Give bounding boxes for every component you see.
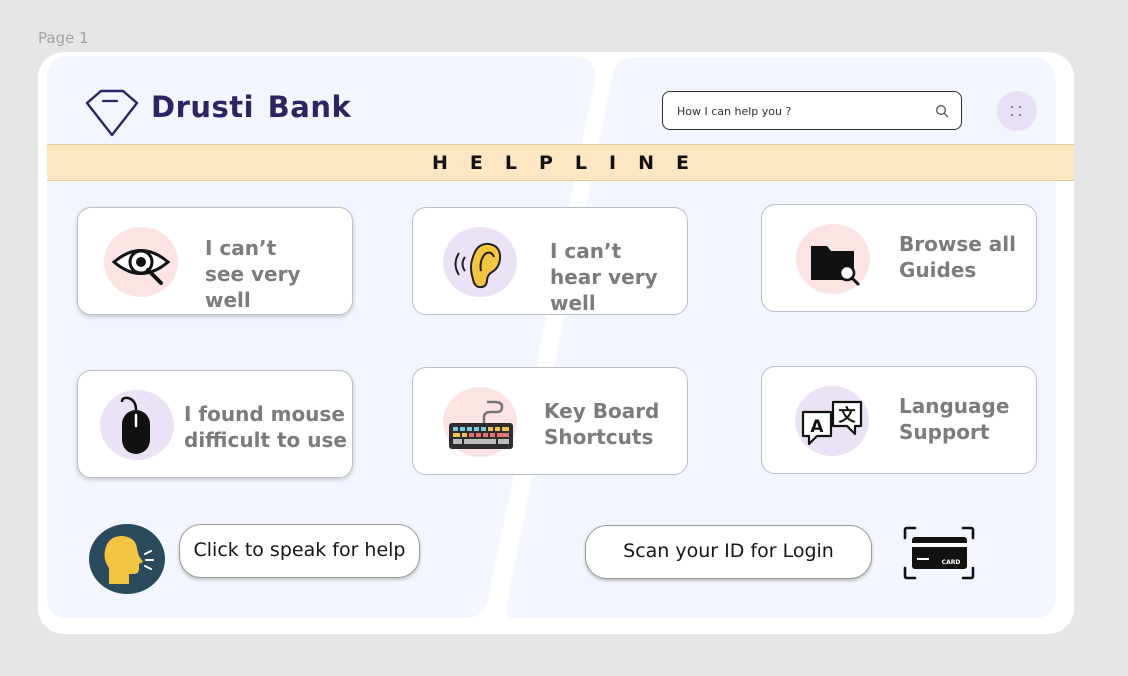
scan-id-button[interactable]: Scan your ID for Login <box>585 525 872 579</box>
card-text: CARD <box>942 559 961 566</box>
menu-dot <box>1019 106 1021 108</box>
scan-id-label: Scan your ID for Login <box>623 540 834 562</box>
icon-circle <box>443 387 517 457</box>
translate-icon: 文 A <box>801 400 863 446</box>
option-label: I can’t see very well <box>205 236 301 312</box>
icon-circle <box>796 224 870 294</box>
brand-name: Drusti Bank <box>151 90 352 124</box>
folder-search-icon <box>811 246 860 286</box>
mouse-icon <box>120 396 150 454</box>
icon-circle <box>100 390 174 460</box>
option-label: Language Support <box>899 394 1010 444</box>
menu-button[interactable] <box>997 91 1037 131</box>
icon-circle <box>443 227 517 297</box>
icon-circle <box>104 227 178 297</box>
search-input[interactable] <box>677 101 917 121</box>
speak-for-help-label: Click to speak for help <box>193 539 406 561</box>
ear-icon <box>454 242 502 289</box>
option-card-guides[interactable]: Browse all Guides <box>761 204 1037 312</box>
search-icon[interactable] <box>935 104 949 118</box>
speak-for-help-button[interactable]: Click to speak for help <box>179 524 420 578</box>
option-card-mouse[interactable]: I found mouse difficult to use <box>77 370 353 478</box>
option-card-hearing[interactable]: I can’t hear very well <box>412 207 688 315</box>
menu-dot <box>1011 114 1013 116</box>
option-label: Browse all Guides <box>899 232 1016 282</box>
scan-card-icon[interactable]: CARD <box>903 526 975 580</box>
menu-dot <box>1019 114 1021 116</box>
keyboard-icon <box>449 400 513 449</box>
diamond-logo-icon <box>85 89 139 137</box>
speaking-head-icon[interactable] <box>89 524 165 594</box>
option-label: I can’t hear very well <box>550 239 658 315</box>
option-label: Key Board Shortcuts <box>544 399 660 449</box>
option-card-language[interactable]: 文 A Language Support <box>761 366 1037 474</box>
option-card-keyboard[interactable]: Key Board Shortcuts <box>412 367 688 475</box>
option-label: I found mouse difficult to use <box>184 402 347 452</box>
menu-dot <box>1011 106 1013 108</box>
icon-circle: 文 A <box>795 386 869 456</box>
svg-text:A: A <box>810 417 824 437</box>
helpline-title: HELPLINE <box>432 152 711 174</box>
svg-text:文: 文 <box>839 405 857 426</box>
search-box[interactable] <box>662 91 962 130</box>
helpline-banner: HELPLINE <box>47 144 1074 181</box>
option-card-vision[interactable]: I can’t see very well <box>77 207 353 315</box>
eye-icon <box>111 249 171 285</box>
